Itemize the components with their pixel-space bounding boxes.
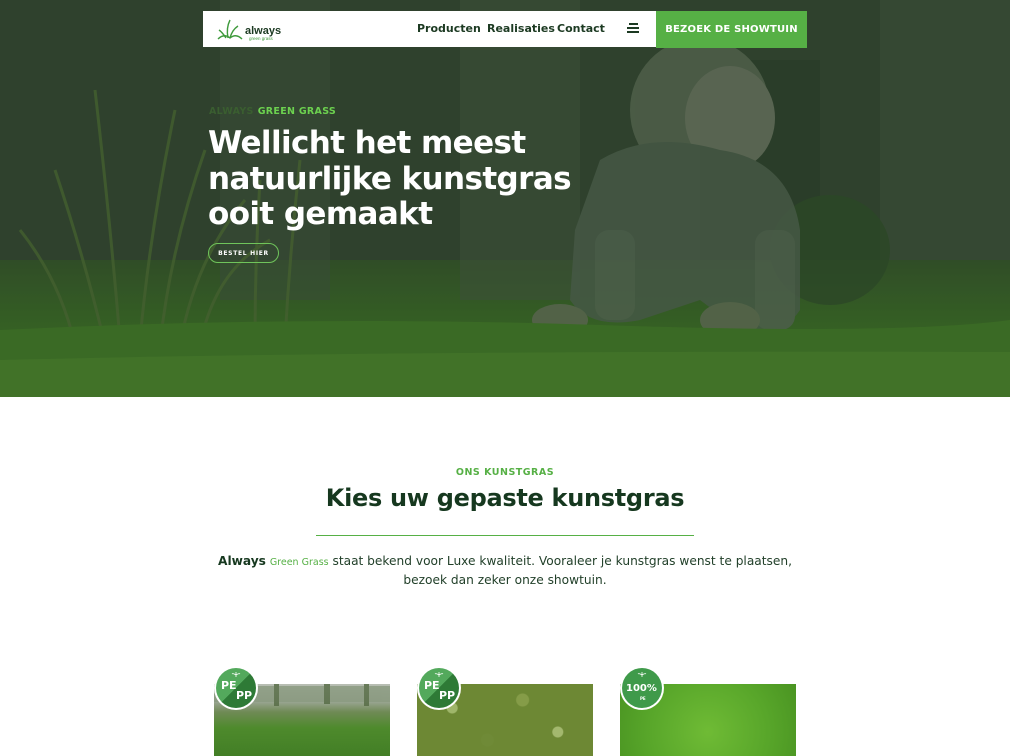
badge-2-bottom: PP — [439, 689, 456, 702]
hero-kicker: ALWAYS GREEN GRASS — [209, 106, 336, 117]
hero-section: ALWAYS GREEN GRASS Wellicht het meest nat… — [0, 0, 1010, 397]
nav-link-contact[interactable]: Contact — [557, 22, 605, 35]
hero-kicker-brand: ALWAYS — [209, 106, 254, 117]
hero-title-line-3: ooit gemaakt — [208, 196, 433, 232]
product-badge-3: 100% PE — [620, 666, 664, 710]
badge-3-bottom: PE — [640, 696, 646, 701]
badge-1-top: PE — [221, 679, 237, 692]
order-button[interactable]: BESTEL HIER — [208, 243, 279, 263]
hamburger-menu-icon[interactable] — [626, 22, 640, 36]
badge-2-top: PE — [424, 679, 440, 692]
product-badge-2: PE PP — [417, 666, 461, 710]
nav-link-producten[interactable]: Producten — [417, 22, 481, 35]
section-kicker: ONS KUNSTGRAS — [455, 467, 555, 478]
logo-subtext: green grass — [249, 36, 274, 41]
hero-kicker-suffix: GREEN GRASS — [257, 106, 337, 117]
always-green-grass-logo[interactable]: always green grass — [216, 16, 286, 43]
visit-showroom-button[interactable]: BEZOEK DE SHOWTUIN — [656, 11, 807, 48]
sprout-icon — [231, 672, 241, 677]
brand-always: Always — [218, 554, 266, 568]
top-navbar: always green grass Producten Realisaties… — [203, 11, 656, 47]
section-intro-body: staat bekend voor Luxe kwaliteit. Vooral… — [328, 554, 792, 587]
hero-title-line-1: Wellicht het meest — [208, 125, 526, 161]
section-title: Kies uw gepaste kunstgras — [325, 484, 685, 512]
product-badge-1: PE PP — [214, 666, 258, 710]
hero-title-line-2: natuurlijke kunstgras — [208, 160, 572, 197]
sprout-icon — [637, 672, 647, 677]
brand-green-grass: Green Grass — [269, 557, 329, 568]
section-divider — [316, 535, 694, 536]
section-intro-text: Always Green Grass staat bekend voor Lux… — [210, 553, 800, 589]
badge-3-top: 100% — [626, 683, 657, 694]
badge-1-bottom: PP — [236, 689, 253, 702]
hero-title: Wellicht het meest natuurlijke kunstgras… — [208, 125, 628, 233]
sprout-icon — [434, 672, 444, 677]
nav-link-realisaties[interactable]: Realisaties — [487, 22, 555, 35]
